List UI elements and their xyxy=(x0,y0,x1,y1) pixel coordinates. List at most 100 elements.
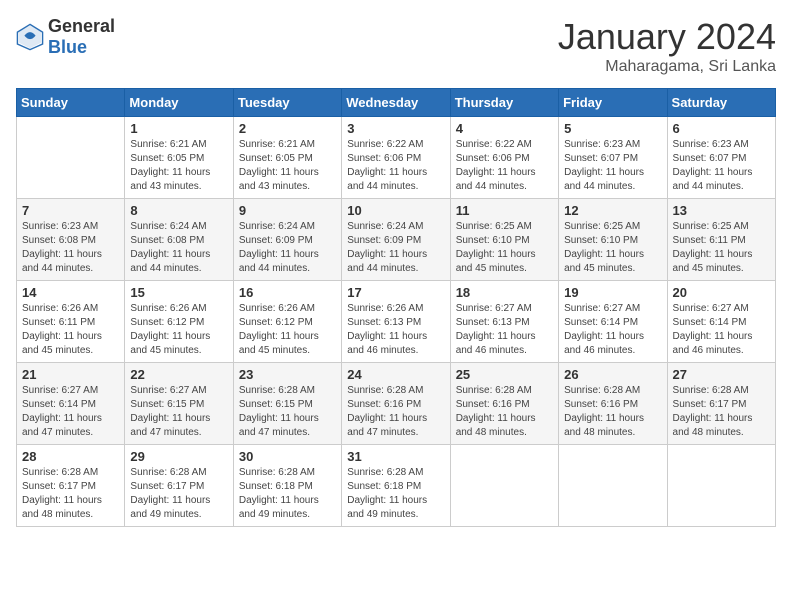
day-number: 6 xyxy=(673,121,770,136)
day-info: Sunrise: 6:22 AM Sunset: 6:06 PM Dayligh… xyxy=(456,138,553,194)
day-number: 4 xyxy=(456,121,553,136)
calendar-cell: 23 Sunrise: 6:28 AM Sunset: 6:15 PM Dayli… xyxy=(233,363,341,445)
calendar-table: SundayMondayTuesdayWednesdayThursdayFrid… xyxy=(16,88,776,527)
day-info: Sunrise: 6:26 AM Sunset: 6:13 PM Dayligh… xyxy=(347,302,444,358)
day-number: 29 xyxy=(130,449,227,464)
day-info: Sunrise: 6:23 AM Sunset: 6:08 PM Dayligh… xyxy=(22,220,119,276)
day-number: 28 xyxy=(22,449,119,464)
calendar-cell: 18Sunrise: 6:27 AM Sunset: 6:13 PM Dayli… xyxy=(450,281,558,363)
weekday-header-monday: Monday xyxy=(125,89,233,117)
weekday-header-friday: Friday xyxy=(559,89,667,117)
day-number: 5 xyxy=(564,121,661,136)
day-number: 9 xyxy=(239,203,336,218)
day-info: Sunrise: 6:28 AM Sunset: 6:18 PM Dayligh… xyxy=(239,466,336,522)
day-info: Sunrise: 6:21 AM Sunset: 6:05 PM Dayligh… xyxy=(130,138,227,194)
calendar-cell: 27Sunrise: 6:28 AM Sunset: 6:17 PM Dayli… xyxy=(667,363,775,445)
day-number: 10 xyxy=(347,203,444,218)
day-number: 13 xyxy=(673,203,770,218)
calendar-cell: 7 Sunrise: 6:23 AM Sunset: 6:08 PM Daylig… xyxy=(17,199,125,281)
week-row-1: 1Sunrise: 6:21 AM Sunset: 6:05 PM Daylig… xyxy=(17,117,776,199)
day-number: 14 xyxy=(22,285,119,300)
day-number: 22 xyxy=(130,367,227,382)
calendar-cell: 6 Sunrise: 6:23 AM Sunset: 6:07 PM Daylig… xyxy=(667,117,775,199)
calendar-cell: 17 Sunrise: 6:26 AM Sunset: 6:13 PM Dayli… xyxy=(342,281,450,363)
day-info: Sunrise: 6:28 AM Sunset: 6:16 PM Dayligh… xyxy=(564,384,661,440)
day-info: Sunrise: 6:28 AM Sunset: 6:15 PM Dayligh… xyxy=(239,384,336,440)
calendar-cell: 3 Sunrise: 6:22 AM Sunset: 6:06 PM Daylig… xyxy=(342,117,450,199)
day-number: 17 xyxy=(347,285,444,300)
weekday-header-thursday: Thursday xyxy=(450,89,558,117)
day-number: 8 xyxy=(130,203,227,218)
day-info: Sunrise: 6:24 AM Sunset: 6:08 PM Dayligh… xyxy=(130,220,227,276)
logo-blue: Blue xyxy=(48,37,87,57)
calendar-cell: 2Sunrise: 6:21 AM Sunset: 6:05 PM Daylig… xyxy=(233,117,341,199)
day-info: Sunrise: 6:26 AM Sunset: 6:12 PM Dayligh… xyxy=(239,302,336,358)
day-number: 25 xyxy=(456,367,553,382)
calendar-cell: 10 Sunrise: 6:24 AM Sunset: 6:09 PM Dayli… xyxy=(342,199,450,281)
day-number: 3 xyxy=(347,121,444,136)
calendar-cell: 13Sunrise: 6:25 AM Sunset: 6:11 PM Dayli… xyxy=(667,199,775,281)
day-info: Sunrise: 6:28 AM Sunset: 6:17 PM Dayligh… xyxy=(22,466,119,522)
calendar-cell: 15 Sunrise: 6:26 AM Sunset: 6:12 PM Dayli… xyxy=(125,281,233,363)
calendar-cell: 20 Sunrise: 6:27 AM Sunset: 6:14 PM Dayli… xyxy=(667,281,775,363)
day-info: Sunrise: 6:25 AM Sunset: 6:10 PM Dayligh… xyxy=(564,220,661,276)
day-info: Sunrise: 6:24 AM Sunset: 6:09 PM Dayligh… xyxy=(347,220,444,276)
logo-general: General xyxy=(48,16,115,36)
calendar-cell: 14 Sunrise: 6:26 AM Sunset: 6:11 PM Dayli… xyxy=(17,281,125,363)
week-row-2: 7 Sunrise: 6:23 AM Sunset: 6:08 PM Daylig… xyxy=(17,199,776,281)
day-number: 15 xyxy=(130,285,227,300)
page-header: General Blue January 2024 Maharagama, Sr… xyxy=(16,16,776,76)
day-number: 19 xyxy=(564,285,661,300)
calendar-cell: 29Sunrise: 6:28 AM Sunset: 6:17 PM Dayli… xyxy=(125,445,233,527)
calendar-cell: 31Sunrise: 6:28 AM Sunset: 6:18 PM Dayli… xyxy=(342,445,450,527)
calendar-cell: 12 Sunrise: 6:25 AM Sunset: 6:10 PM Dayli… xyxy=(559,199,667,281)
calendar-cell xyxy=(559,445,667,527)
day-number: 30 xyxy=(239,449,336,464)
weekday-header-sunday: Sunday xyxy=(17,89,125,117)
calendar-cell: 22 Sunrise: 6:27 AM Sunset: 6:15 PM Dayli… xyxy=(125,363,233,445)
calendar-cell: 30 Sunrise: 6:28 AM Sunset: 6:18 PM Dayli… xyxy=(233,445,341,527)
day-number: 7 xyxy=(22,203,119,218)
day-info: Sunrise: 6:26 AM Sunset: 6:12 PM Dayligh… xyxy=(130,302,227,358)
week-row-5: 28 Sunrise: 6:28 AM Sunset: 6:17 PM Dayli… xyxy=(17,445,776,527)
day-info: Sunrise: 6:24 AM Sunset: 6:09 PM Dayligh… xyxy=(239,220,336,276)
calendar-cell: 24Sunrise: 6:28 AM Sunset: 6:16 PM Dayli… xyxy=(342,363,450,445)
day-number: 12 xyxy=(564,203,661,218)
calendar-subtitle: Maharagama, Sri Lanka xyxy=(558,58,776,76)
day-info: Sunrise: 6:27 AM Sunset: 6:14 PM Dayligh… xyxy=(22,384,119,440)
day-info: Sunrise: 6:28 AM Sunset: 6:16 PM Dayligh… xyxy=(347,384,444,440)
calendar-cell: 11Sunrise: 6:25 AM Sunset: 6:10 PM Dayli… xyxy=(450,199,558,281)
day-info: Sunrise: 6:28 AM Sunset: 6:16 PM Dayligh… xyxy=(456,384,553,440)
calendar-cell: 26 Sunrise: 6:28 AM Sunset: 6:16 PM Dayli… xyxy=(559,363,667,445)
day-number: 31 xyxy=(347,449,444,464)
day-number: 21 xyxy=(22,367,119,382)
weekday-header-tuesday: Tuesday xyxy=(233,89,341,117)
calendar-cell xyxy=(17,117,125,199)
week-row-3: 14 Sunrise: 6:26 AM Sunset: 6:11 PM Dayli… xyxy=(17,281,776,363)
day-info: Sunrise: 6:22 AM Sunset: 6:06 PM Dayligh… xyxy=(347,138,444,194)
day-number: 20 xyxy=(673,285,770,300)
day-number: 26 xyxy=(564,367,661,382)
week-row-4: 21 Sunrise: 6:27 AM Sunset: 6:14 PM Dayli… xyxy=(17,363,776,445)
calendar-title: January 2024 xyxy=(558,16,776,58)
day-number: 18 xyxy=(456,285,553,300)
calendar-cell: 5 Sunrise: 6:23 AM Sunset: 6:07 PM Daylig… xyxy=(559,117,667,199)
weekday-header-wednesday: Wednesday xyxy=(342,89,450,117)
day-info: Sunrise: 6:26 AM Sunset: 6:11 PM Dayligh… xyxy=(22,302,119,358)
day-info: Sunrise: 6:23 AM Sunset: 6:07 PM Dayligh… xyxy=(673,138,770,194)
logo: General Blue xyxy=(16,16,115,58)
day-number: 23 xyxy=(239,367,336,382)
day-info: Sunrise: 6:21 AM Sunset: 6:05 PM Dayligh… xyxy=(239,138,336,194)
calendar-cell: 9 Sunrise: 6:24 AM Sunset: 6:09 PM Daylig… xyxy=(233,199,341,281)
day-info: Sunrise: 6:27 AM Sunset: 6:15 PM Dayligh… xyxy=(130,384,227,440)
calendar-cell: 4 Sunrise: 6:22 AM Sunset: 6:06 PM Daylig… xyxy=(450,117,558,199)
day-number: 27 xyxy=(673,367,770,382)
day-info: Sunrise: 6:27 AM Sunset: 6:14 PM Dayligh… xyxy=(673,302,770,358)
day-info: Sunrise: 6:23 AM Sunset: 6:07 PM Dayligh… xyxy=(564,138,661,194)
calendar-cell: 1Sunrise: 6:21 AM Sunset: 6:05 PM Daylig… xyxy=(125,117,233,199)
day-number: 16 xyxy=(239,285,336,300)
title-block: January 2024 Maharagama, Sri Lanka xyxy=(558,16,776,76)
calendar-cell: 19Sunrise: 6:27 AM Sunset: 6:14 PM Dayli… xyxy=(559,281,667,363)
logo-text-block: General Blue xyxy=(48,16,115,58)
calendar-cell: 25 Sunrise: 6:28 AM Sunset: 6:16 PM Dayli… xyxy=(450,363,558,445)
